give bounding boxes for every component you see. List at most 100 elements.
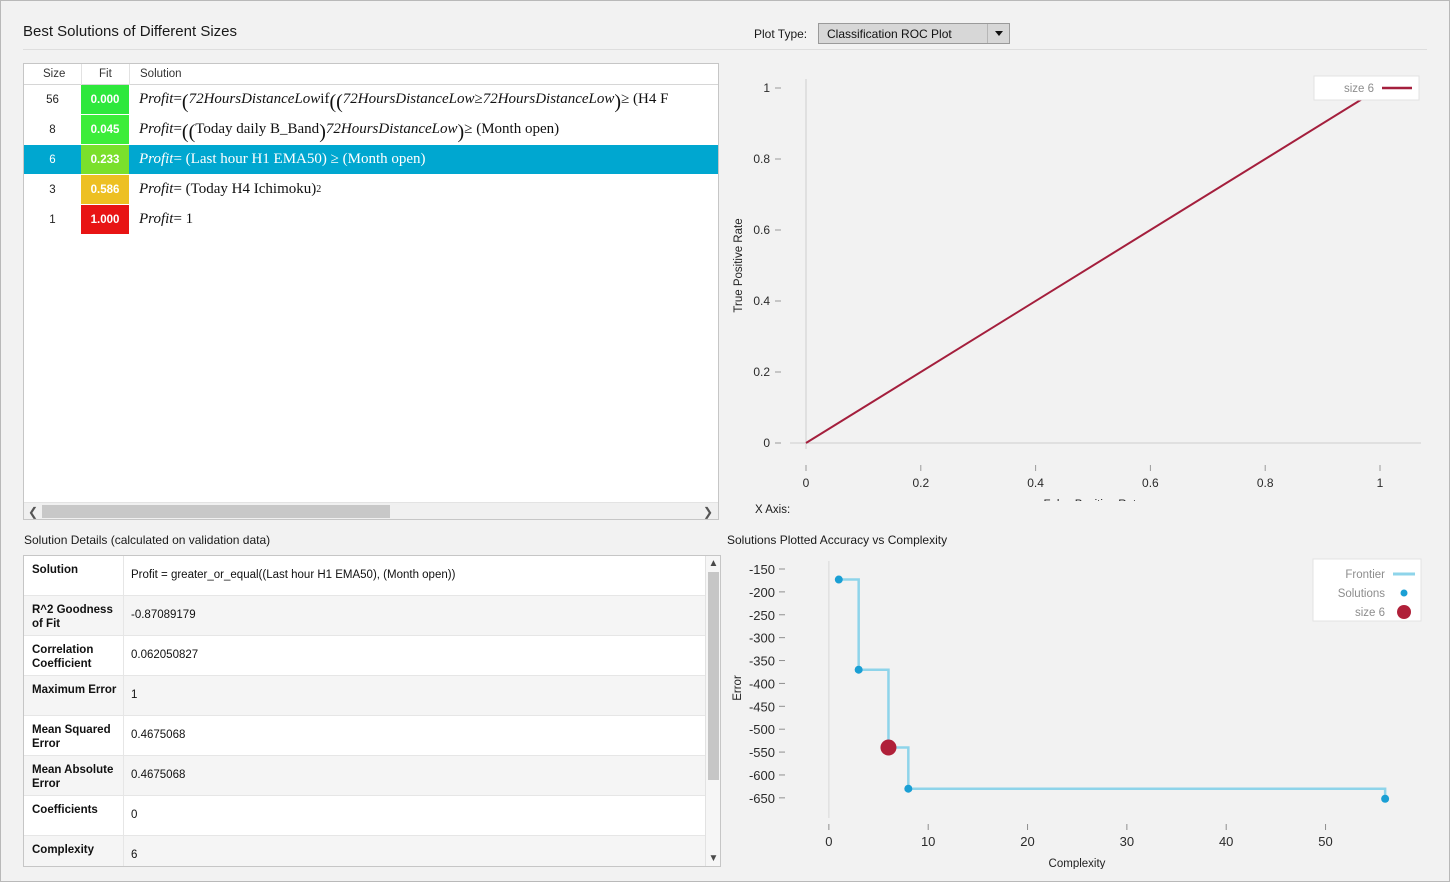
legend-bigdot-swatch — [1397, 605, 1411, 619]
cell-formula: Profit = (72HoursDistanceLow if((72HoursD… — [139, 90, 669, 113]
detail-value: Profit = greater_or_equal((Last hour H1 … — [131, 569, 456, 582]
legend-box — [1313, 75, 1420, 101]
cell-fit: 0.000 — [81, 85, 129, 114]
detail-value: 0.062050827 — [131, 649, 199, 662]
cell-fit: 0.233 — [81, 145, 129, 174]
cell-fit: 1.000 — [81, 205, 129, 234]
y-axis-title: True Positive Rate — [733, 218, 745, 312]
plot-type-selected-value: Classification ROC Plot — [827, 26, 952, 41]
cell-fit: 0.586 — [81, 175, 129, 204]
y-tick-label: -300 — [749, 631, 775, 646]
x-tick-label: 40 — [1219, 834, 1233, 849]
chevron-up-icon[interactable]: ▲ — [706, 556, 720, 571]
roc-plot-svg: 0 0.2 0.4 0.6 0.8 1 0 0.2 0.4 0.6 0.8 1 False Positi… — [733, 75, 1421, 501]
classification-roc-plot: 0 0.2 0.4 0.6 0.8 1 0 0.2 0.4 0.6 0.8 1 False Positi… — [726, 61, 1436, 501]
detail-row: Complexity 6 — [24, 836, 720, 866]
table-row[interactable]: 6 0.233 Profit = (Last hour H1 EMA50) ≥ (M… — [24, 145, 718, 175]
detail-row: Mean Squared Error 0.4675068 — [24, 716, 720, 756]
detail-value: 0.4675068 — [131, 729, 186, 742]
y-tick-label: -400 — [749, 676, 775, 691]
detail-key: Complexity — [24, 836, 124, 866]
y-tick-label: 0.2 — [753, 365, 770, 379]
legend-label: size 6 — [1344, 83, 1374, 95]
cell-size: 56 — [46, 93, 59, 106]
detail-key: Correlation Coefficient — [24, 636, 124, 675]
x-axis-title: False Positive Rate — [1043, 499, 1142, 501]
accuracy-vs-complexity-plot: -150 -200 -250 -300 -350 -400 -450 -500 -550 -600… — [726, 549, 1436, 869]
table-row[interactable]: 56 0.000 Profit = (72HoursDistanceLow if((7… — [24, 85, 718, 115]
cell-formula: Profit = (Last hour H1 EMA50) ≥ (Month o… — [139, 151, 426, 167]
table-row[interactable]: 8 0.045 Profit = ((Today daily B_Band) 72H… — [24, 115, 718, 145]
y-tick-label: -350 — [749, 654, 775, 669]
y-tick-label: -650 — [749, 791, 775, 806]
frontier-line — [838, 578, 1387, 799]
solution-details-table[interactable]: Solution Profit = greater_or_equal((Last … — [23, 555, 721, 867]
header-bar: Best Solutions of Different Sizes Plot T… — [1, 1, 1449, 51]
detail-key: Mean Absolute Error — [24, 756, 124, 795]
solution-point[interactable] — [854, 665, 863, 674]
scrollbar-thumb[interactable] — [42, 505, 390, 518]
solution-point[interactable] — [1381, 794, 1390, 803]
x-tick-label: 10 — [921, 834, 935, 849]
y-tick-label: -500 — [749, 722, 775, 737]
y-tick-label: -550 — [749, 745, 775, 760]
x-axis-title: Complexity — [1049, 858, 1106, 869]
x-tick-label: 0 — [803, 476, 810, 490]
solutions-horizontal-scrollbar[interactable]: ❮ ❯ — [24, 502, 718, 519]
details-vertical-scrollbar[interactable]: ▲ ▼ — [705, 556, 720, 866]
cell-size: 1 — [49, 213, 56, 226]
cell-size: 8 — [49, 123, 56, 136]
x-tick-label: 50 — [1318, 834, 1332, 849]
table-row[interactable]: 1 1.000 Profit = 1 — [24, 205, 718, 235]
detail-row: Solution Profit = greater_or_equal((Last … — [24, 556, 720, 596]
x-tick-label: 30 — [1120, 834, 1134, 849]
y-tick-label: 0.6 — [753, 223, 770, 237]
column-divider — [81, 64, 82, 85]
plot-type-dropdown[interactable]: Classification ROC Plot — [818, 23, 1010, 44]
x-tick-label: 0.8 — [1257, 476, 1274, 490]
x-axis-caption: X Axis: — [755, 504, 791, 516]
solutions-table[interactable]: Size Fit Solution 56 0.000 Profit = (72Hou… — [23, 63, 719, 520]
x-tick-label: 1 — [1377, 476, 1384, 490]
x-tick-label: 0.2 — [912, 476, 929, 490]
complexity-plot-svg: -150 -200 -250 -300 -350 -400 -450 -500 -550 -600… — [732, 558, 1422, 869]
y-tick-label: -450 — [749, 699, 775, 714]
detail-row: Coefficients 0 — [24, 796, 720, 836]
table-row[interactable]: 3 0.586 Profit = (Today H4 Ichimoku) 2 — [24, 175, 718, 205]
detail-value: 0 — [131, 809, 138, 822]
solution-point[interactable] — [834, 575, 843, 584]
chevron-left-icon[interactable]: ❮ — [25, 505, 41, 519]
y-tick-label: 0.8 — [753, 152, 770, 166]
solution-details-caption: Solution Details (calculated on validati… — [24, 533, 271, 547]
x-tick-label: 0 — [825, 834, 832, 849]
best-solutions-window: Best Solutions of Different Sizes Plot T… — [0, 0, 1450, 882]
chevron-right-icon[interactable]: ❯ — [700, 505, 716, 519]
y-tick-label: -200 — [749, 585, 775, 600]
page-title: Best Solutions of Different Sizes — [23, 23, 237, 40]
detail-row: R^2 Goodness of Fit -0.87089179 — [24, 596, 720, 636]
highlighted-solution-point[interactable] — [880, 739, 897, 756]
legend-label: Frontier — [1345, 569, 1385, 581]
detail-row: Maximum Error 1 — [24, 676, 720, 716]
solutions-table-header: Size Fit Solution — [24, 64, 718, 85]
cell-size: 6 — [49, 153, 56, 166]
detail-value: 6 — [131, 849, 138, 862]
legend-label: size 6 — [1355, 607, 1385, 619]
column-header-size: Size — [43, 68, 66, 80]
chevron-down-icon[interactable]: ▼ — [706, 851, 720, 866]
scrollbar-thumb[interactable] — [708, 572, 719, 780]
detail-value: -0.87089179 — [131, 609, 196, 622]
detail-row: Mean Absolute Error 0.4675068 — [24, 756, 720, 796]
solution-point[interactable] — [904, 784, 913, 793]
detail-key: Coefficients — [24, 796, 124, 835]
cell-formula: Profit = (Today H4 Ichimoku) 2 — [139, 181, 322, 197]
x-tick-label: 0.4 — [1027, 476, 1044, 490]
y-tick-label: -600 — [749, 768, 775, 783]
detail-row: Correlation Coefficient 0.062050827 — [24, 636, 720, 676]
roc-curve — [805, 87, 1381, 444]
y-tick-label: 1 — [763, 81, 770, 95]
detail-key: Solution — [24, 556, 124, 595]
chevron-down-icon[interactable] — [987, 24, 1009, 43]
solutions-row-container: 56 0.000 Profit = (72HoursDistanceLow if((7… — [24, 85, 718, 235]
legend-label: Solutions — [1338, 588, 1386, 600]
